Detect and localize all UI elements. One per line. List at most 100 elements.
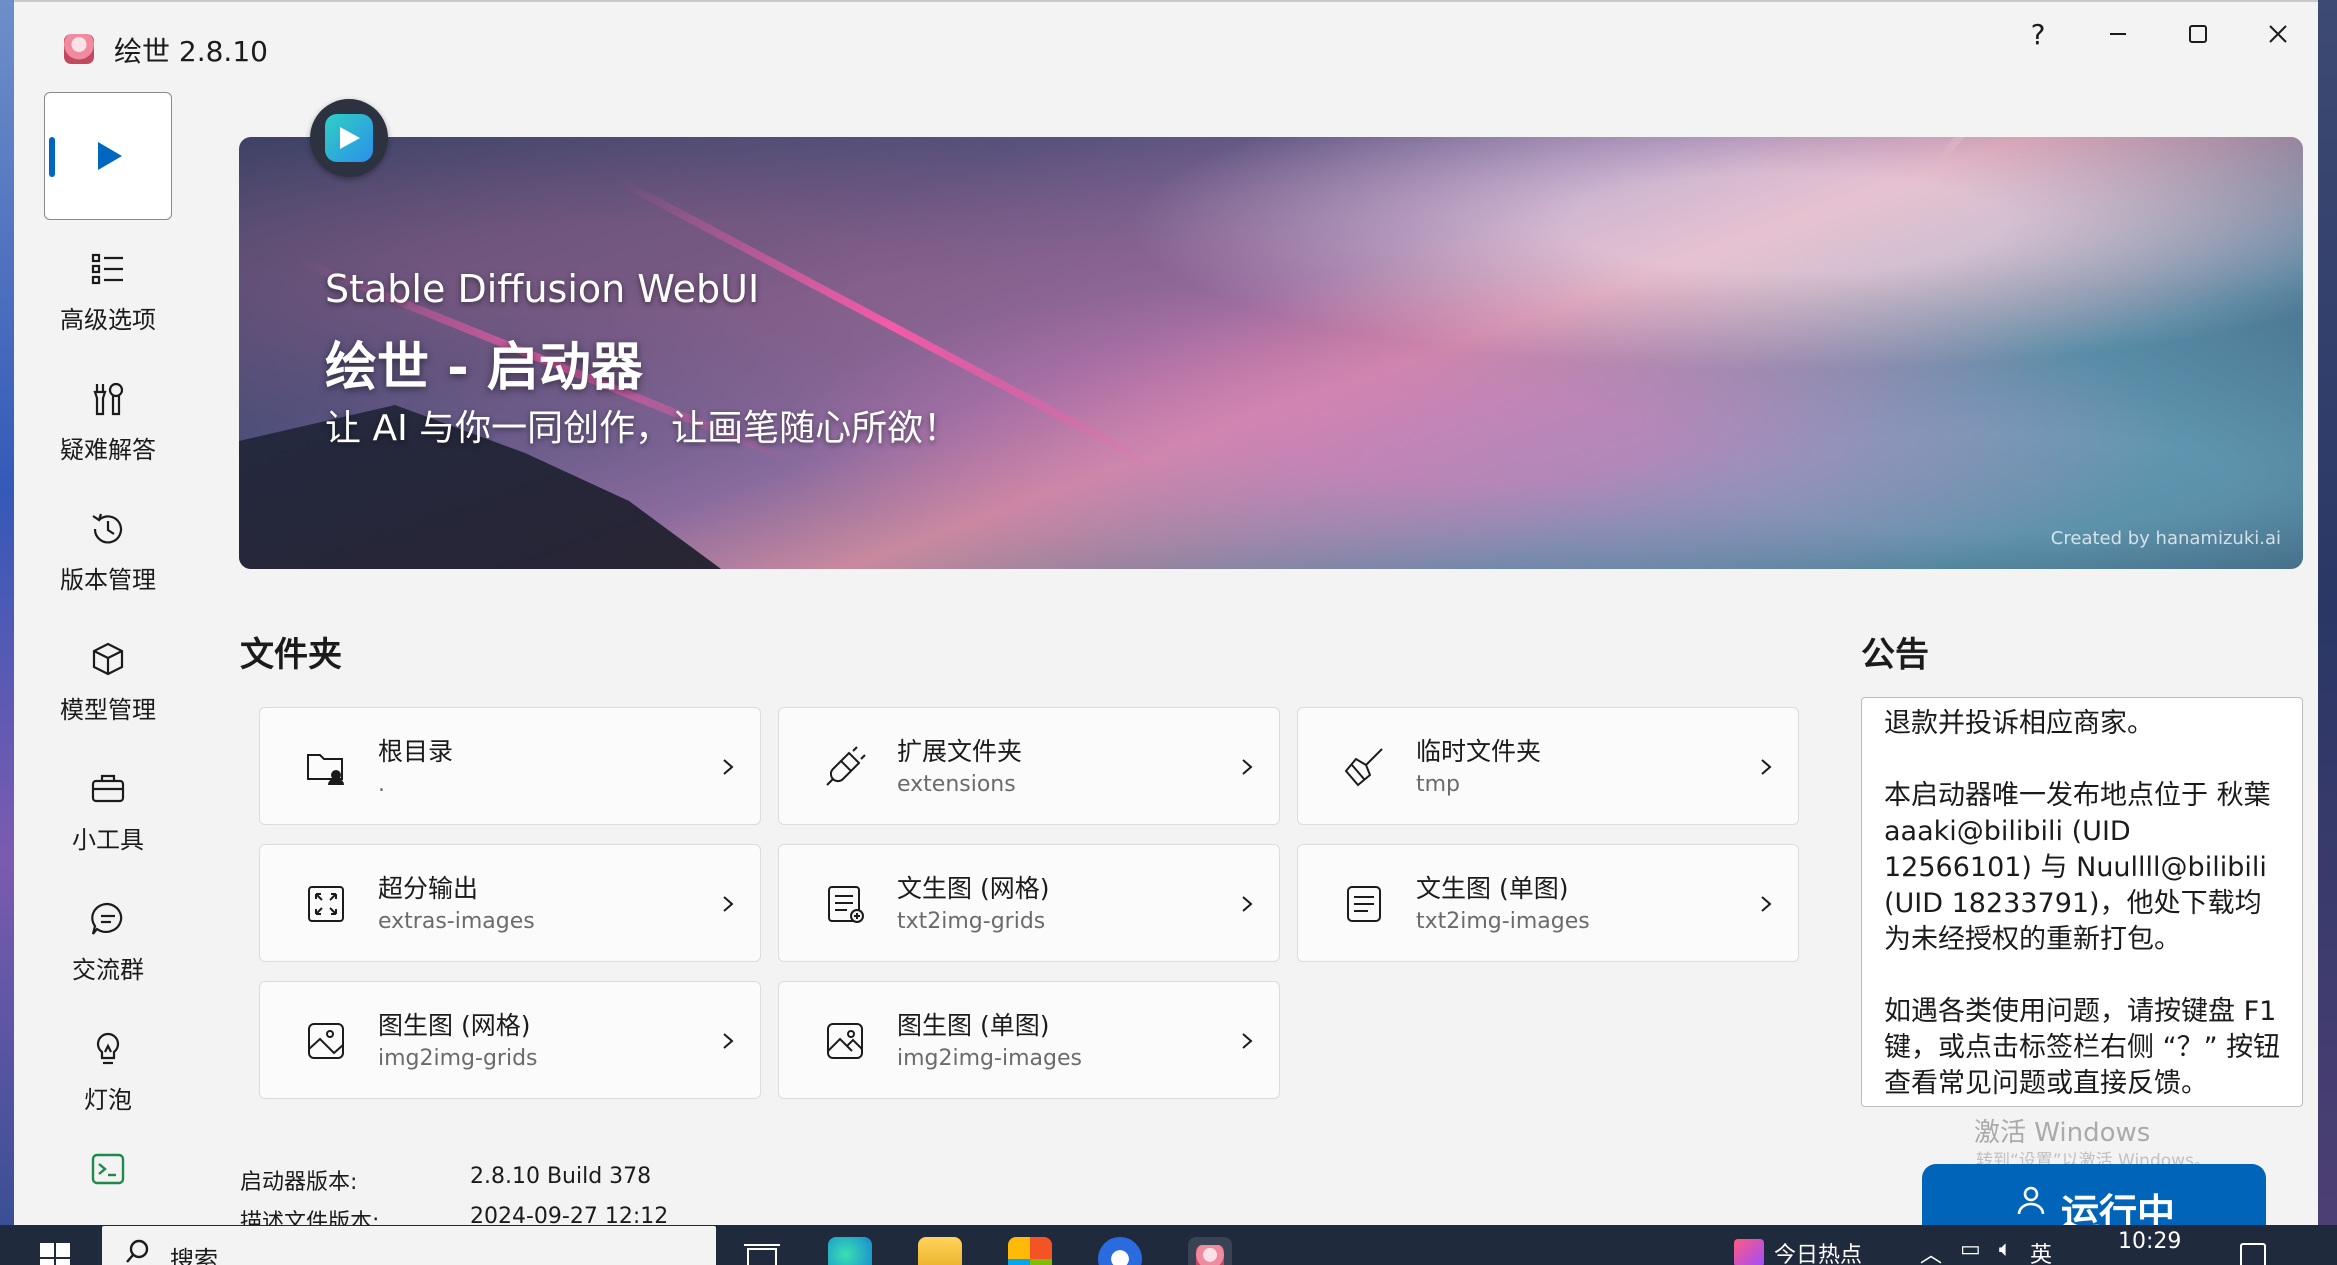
folder-name: 图生图 (网格)	[378, 1011, 531, 1040]
banner-streak	[1935, 137, 2110, 164]
launcher-version-label: 启动器版本:	[240, 1170, 358, 1195]
banner-badge	[310, 99, 388, 177]
tools-icon	[93, 382, 124, 415]
desc-version-label: 描述文件版本:	[240, 1210, 380, 1225]
folder-name: 根目录	[378, 737, 454, 766]
sidebar-item-label: 小工具	[72, 825, 144, 854]
toolbox-icon	[91, 774, 125, 802]
list-icon	[91, 253, 123, 284]
chevron-right-icon	[1761, 896, 1772, 912]
folder-extras-images[interactable]: 超分输出 extras-images	[259, 844, 761, 962]
image-grid-icon	[308, 1023, 344, 1059]
activation-watermark: 激活 Windows	[1974, 1118, 2151, 1148]
launcher-window: 绘世 2.8.10 ? 高级选项 疑难解答 版本管理 模型管理 小工具 交流群 …	[14, 0, 2318, 1225]
sidebar-item-label: 疑难解答	[60, 435, 156, 464]
maximize-button[interactable]	[2158, 2, 2238, 66]
chevron-up-icon[interactable]: ︿	[1920, 1237, 1942, 1265]
chevron-right-icon	[1242, 759, 1253, 775]
notification-icon[interactable]	[2240, 1243, 2266, 1265]
folder-path: img2img-grids	[378, 1046, 538, 1071]
folder-name: 文生图 (单图)	[1416, 874, 1569, 903]
folder-path: img2img-images	[897, 1046, 1082, 1071]
app-circle-icon[interactable]	[1098, 1237, 1142, 1265]
folder-img2img-images[interactable]: 图生图 (单图) img2img-images	[778, 981, 1280, 1099]
maximize-icon	[2189, 25, 2207, 43]
folder-path: tmp	[1416, 772, 1461, 797]
sidebar-item-label: 版本管理	[60, 565, 156, 594]
folder-name: 临时文件夹	[1416, 737, 1542, 766]
folder-path: extras-images	[378, 909, 535, 934]
upscale-icon	[308, 886, 344, 922]
ime-indicator[interactable]: 英	[2030, 1237, 2052, 1265]
folder-txt2img-grids[interactable]: 文生图 (网格) txt2img-grids	[778, 844, 1280, 962]
folders-title: 文件夹	[240, 635, 342, 675]
launcher-version-value: 2.8.10 Build 378	[470, 1164, 652, 1189]
chevron-right-icon	[723, 759, 734, 775]
launcher-taskbar-icon[interactable]	[1188, 1237, 1232, 1265]
network-icon[interactable]: ▭	[1960, 1237, 1981, 1265]
console-icon	[91, 1153, 125, 1185]
window-title: 绘世 2.8.10	[114, 35, 268, 68]
folder-name: 超分输出	[378, 874, 479, 903]
news-widget[interactable]: 今日热点	[1734, 1237, 1862, 1265]
folder-path: txt2img-images	[1416, 909, 1590, 934]
desc-version-value: 2024-09-27 12:12	[470, 1204, 669, 1225]
sidebar-item-label: 灯泡	[84, 1085, 132, 1114]
news-label: 今日热点	[1774, 1243, 1863, 1265]
history-icon	[92, 513, 123, 543]
notice-title: 公告	[1861, 635, 1929, 675]
hero-banner: Stable Diffusion WebUI 绘世 - 启动器 让 AI 与你一…	[239, 137, 2303, 569]
volume-icon[interactable]: 🔈︎	[1999, 1237, 2012, 1265]
image-icon	[827, 1023, 863, 1059]
folder-img2img-grids[interactable]: 图生图 (网格) img2img-grids	[259, 981, 761, 1099]
folder-extensions[interactable]: 扩展文件夹 extensions	[778, 707, 1280, 825]
folder-path: extensions	[897, 772, 1016, 797]
minimize-button[interactable]	[2078, 2, 2158, 66]
folder-user-icon	[307, 754, 344, 786]
folder-path: txt2img-grids	[897, 909, 1046, 934]
search-icon	[126, 1239, 149, 1263]
chevron-right-icon	[723, 896, 734, 912]
windows-start-icon[interactable]	[40, 1243, 70, 1265]
search-placeholder: 搜索	[170, 1246, 218, 1265]
file-explorer-icon[interactable]	[918, 1237, 962, 1265]
notice-text: 退款并投诉相应商家。 本启动器唯一发布地点位于 秋葉aaaki@bilibili…	[1861, 697, 2303, 1107]
run-button-label: 运行中	[2060, 1191, 2175, 1225]
main-content: Stable Diffusion WebUI 绘世 - 启动器 让 AI 与你一…	[144, 92, 2318, 1225]
chevron-right-icon	[1242, 1033, 1253, 1049]
clock[interactable]: 10:29	[2118, 1229, 2181, 1254]
close-button[interactable]	[2238, 2, 2318, 66]
sidebar-item-label: 模型管理	[60, 695, 156, 724]
run-button[interactable]: 运行中	[1922, 1164, 2266, 1225]
plug-icon	[826, 746, 866, 786]
minimize-icon	[2110, 33, 2126, 35]
banner-slogan: 让 AI 与你一同创作，让画笔随心所欲！	[325, 408, 960, 449]
window-controls: ?	[1998, 2, 2318, 66]
lightbulb-icon	[96, 1032, 120, 1064]
sidebar-item-label: 交流群	[72, 955, 144, 984]
desktop-wallpaper-left	[0, 0, 14, 1225]
folder-name: 文生图 (网格)	[897, 874, 1050, 903]
cube-icon	[92, 642, 124, 675]
folder-tmp[interactable]: 临时文件夹 tmp	[1297, 707, 1799, 825]
folder-root[interactable]: 根目录 .	[259, 707, 761, 825]
banner-credit: Created by hanamizuki.ai	[2050, 528, 2281, 549]
store-icon[interactable]	[1008, 1237, 1052, 1265]
folder-txt2img-images[interactable]: 文生图 (单图) txt2img-images	[1297, 844, 1799, 962]
broom-icon	[1344, 748, 1383, 787]
chevron-right-icon	[723, 1033, 734, 1049]
title-bar: 绘世 2.8.10 ?	[14, 2, 2318, 92]
news-icon	[1734, 1239, 1764, 1265]
folder-name: 扩展文件夹	[897, 737, 1023, 766]
taskbar-search-box[interactable]: 搜索	[102, 1226, 716, 1265]
chevron-right-icon	[1761, 759, 1772, 775]
banner-subtitle: Stable Diffusion WebUI	[325, 267, 760, 311]
task-view-icon[interactable]	[740, 1237, 784, 1265]
play-icon	[98, 142, 122, 170]
desktop-wallpaper-right	[2318, 0, 2337, 1225]
chevron-right-icon	[1242, 896, 1253, 912]
edge-browser-icon[interactable]	[828, 1237, 872, 1265]
running-icon	[2017, 1186, 2045, 1215]
help-button[interactable]: ?	[1998, 2, 2078, 66]
chat-icon	[91, 902, 123, 935]
